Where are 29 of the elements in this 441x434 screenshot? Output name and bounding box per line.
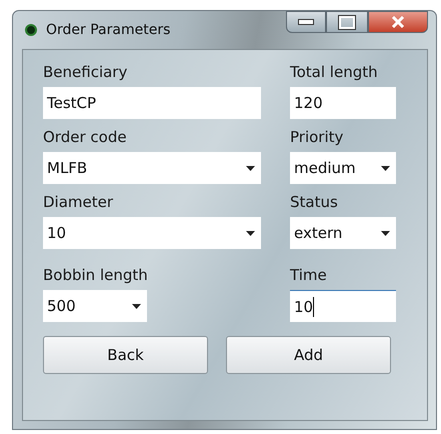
dropdown-field[interactable]: 10 bbox=[43, 217, 261, 249]
dialog-button[interactable]: Add bbox=[226, 336, 391, 374]
field-label: Beneficiary bbox=[43, 62, 128, 83]
caret-icon bbox=[246, 230, 255, 236]
caret-icon bbox=[132, 304, 141, 308]
maximize-button[interactable] bbox=[326, 11, 368, 33]
field-label: Time bbox=[290, 265, 328, 286]
field-label: Status bbox=[290, 192, 339, 213]
caret-icon bbox=[381, 166, 390, 170]
input-field[interactable]: 120 bbox=[290, 87, 396, 119]
caret-icon bbox=[246, 166, 255, 170]
minimize-button[interactable] bbox=[286, 11, 326, 33]
close-icon bbox=[391, 16, 405, 28]
close-button[interactable] bbox=[368, 11, 428, 33]
dropdown-field[interactable]: MLFB bbox=[43, 152, 261, 184]
field-label: Bobbin length bbox=[43, 265, 149, 286]
field-label: Priority bbox=[290, 127, 344, 148]
window-title: Order Parameters bbox=[46, 22, 170, 38]
dropdown-field[interactable]: medium bbox=[290, 152, 396, 184]
field-label: Diameter bbox=[43, 192, 114, 213]
input-field[interactable]: 10 bbox=[290, 290, 396, 322]
app-icon bbox=[25, 24, 37, 36]
dialog-button[interactable]: Back bbox=[43, 336, 208, 374]
field-label: Total length bbox=[290, 62, 379, 83]
input-field[interactable]: TestCP bbox=[43, 87, 261, 119]
dropdown-field[interactable]: 500 bbox=[43, 290, 147, 322]
field-label: Order code bbox=[43, 127, 128, 148]
caret-icon bbox=[381, 230, 390, 236]
dropdown-field[interactable]: extern bbox=[290, 217, 396, 249]
